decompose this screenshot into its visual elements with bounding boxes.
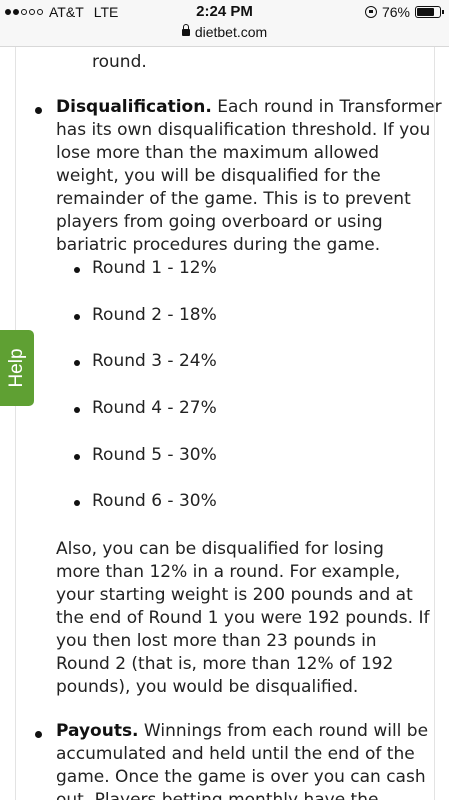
- round-item: Round 2 - 18%: [92, 305, 217, 325]
- payouts-line: game. Once the game is over you can cash: [56, 767, 426, 787]
- round-item: Round 4 - 27%: [92, 398, 217, 418]
- list-bullet: [74, 407, 80, 413]
- disqualification-line-1: Disqualification. Each round in Transfor…: [56, 96, 442, 119]
- note-line: Also, you can be disqualified for losing: [56, 539, 384, 559]
- list-bullet: [35, 731, 42, 738]
- disqualification-line: remainder of the game. This is to preven…: [56, 189, 411, 209]
- battery-percent: 76%: [381, 4, 410, 20]
- disqualification-line: weight, you will be disqualified for the: [56, 166, 381, 186]
- list-bullet: [74, 360, 80, 366]
- disqualification-line: has its own disqualification threshold. …: [56, 120, 431, 140]
- list-bullet: [74, 267, 80, 273]
- payouts-title: Payouts.: [56, 721, 139, 741]
- status-bar: AT&T LTE 2:24 PM 76%: [0, 0, 449, 22]
- lock-icon: [181, 24, 190, 36]
- prev-text-fragment: round.: [92, 52, 147, 72]
- payouts-line: out. Players betting monthly have the: [56, 790, 379, 800]
- round-item: Round 1 - 12%: [92, 258, 217, 278]
- round-item: Round 5 - 30%: [92, 445, 217, 465]
- disqualification-title: Disqualification.: [56, 97, 212, 117]
- note-line: you then lost more than 23 pounds in: [56, 631, 377, 651]
- help-tab-button[interactable]: Help: [0, 330, 34, 406]
- url-text[interactable]: dietbet.com: [195, 24, 267, 40]
- disqualification-text: Each round in Transformer: [211, 97, 442, 117]
- list-bullet: [74, 314, 80, 320]
- note-line: the end of Round 1 you were 192 pounds. …: [56, 608, 430, 628]
- payouts-text: Winnings from each round will be: [138, 721, 429, 741]
- note-line: your starting weight is 200 pounds and a…: [56, 585, 413, 605]
- content-border-left: [15, 47, 16, 800]
- list-bullet: [74, 454, 80, 460]
- disqualification-line: players from going overboard or using: [56, 212, 383, 232]
- disqualification-line: lose more than the maximum allowed: [56, 143, 380, 163]
- help-label: Help: [6, 348, 27, 388]
- round-item: Round 3 - 24%: [92, 351, 217, 371]
- payouts-line: accumulated and held until the end of th…: [56, 744, 415, 764]
- payouts-line-1: Payouts. Winnings from each round will b…: [56, 720, 428, 743]
- round-item: Round 6 - 30%: [92, 491, 217, 511]
- battery-level-fill: [417, 8, 434, 16]
- orientation-lock-icon: [364, 6, 377, 18]
- content-border-right: [434, 47, 435, 800]
- battery-icon: [415, 6, 444, 18]
- list-bullet: [35, 107, 42, 114]
- disqualification-line: bariatric procedures during the game.: [56, 235, 381, 255]
- list-bullet: [74, 500, 80, 506]
- note-line: pounds), you would be disqualified.: [56, 677, 359, 697]
- address-bar[interactable]: dietbet.com: [0, 22, 449, 47]
- note-line: more than 12% in a round. For example,: [56, 562, 401, 582]
- page-content: round. Disqualification. Each round in T…: [0, 47, 449, 800]
- note-line: Round 2 (that is, more than 12% of 192: [56, 654, 394, 674]
